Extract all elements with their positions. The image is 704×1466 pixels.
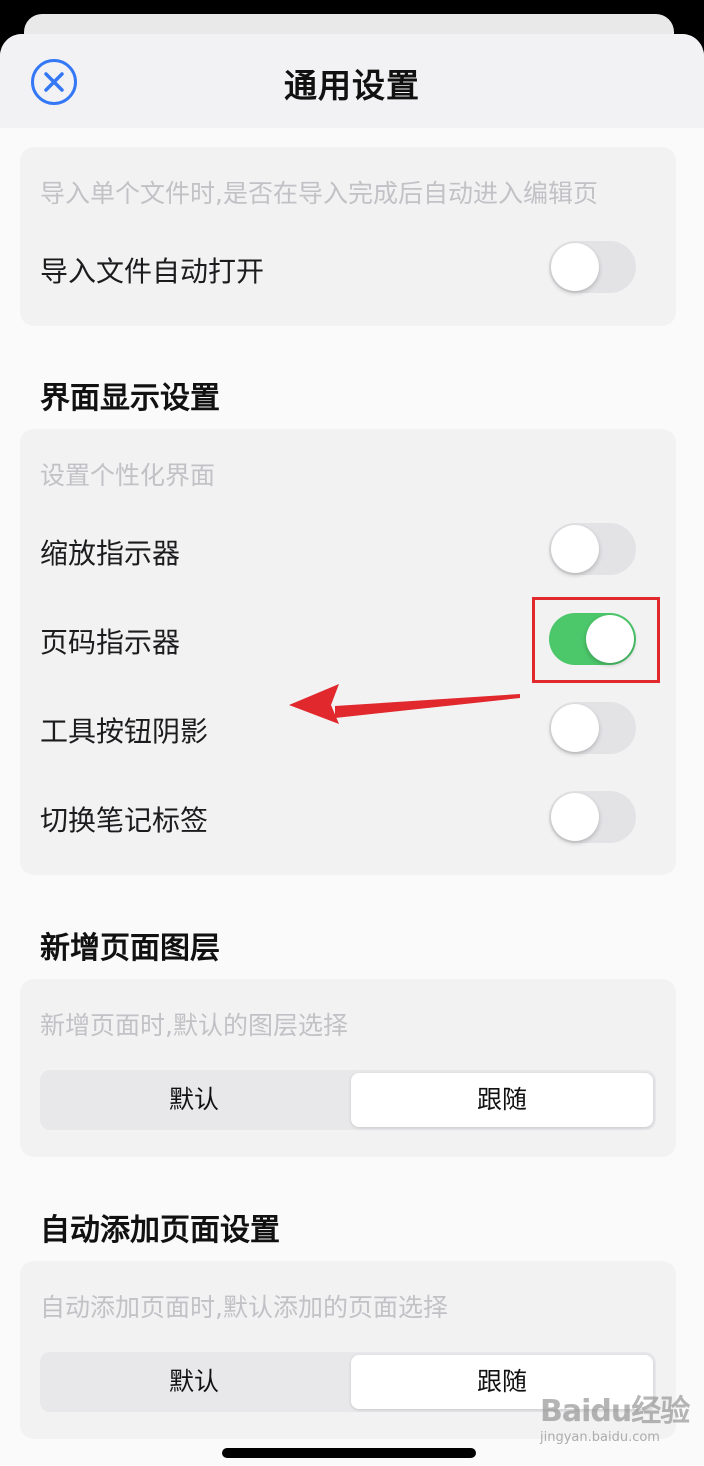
- import-card: 导入单个文件时,是否在导入完成后自动进入编辑页 导入文件自动打开: [20, 147, 676, 326]
- segment-follow[interactable]: 跟随: [351, 1073, 653, 1127]
- new-page-layer-description: 新增页面时,默认的图层选择: [40, 1011, 348, 1040]
- header: 通用设置: [0, 34, 704, 128]
- import-auto-open-label: 导入文件自动打开: [40, 255, 265, 288]
- tool-button-shadow-label: 工具按钮阴影: [40, 715, 209, 748]
- watermark-url: jingyan.baidu.com: [540, 1430, 660, 1445]
- switch-note-tabs-toggle[interactable]: [549, 791, 636, 843]
- baidu-watermark: Baidu经验 jingyan.baidu.com: [540, 1386, 690, 1450]
- red-arrow-icon: [289, 684, 520, 724]
- zoom-indicator-toggle[interactable]: [549, 523, 636, 575]
- home-indicator[interactable]: [222, 1448, 476, 1458]
- toggle-knob: [551, 793, 599, 841]
- auto-add-page-description: 自动添加页面时,默认添加的页面选择: [40, 1293, 448, 1322]
- baidu-logo: Baidu经验: [540, 1394, 690, 1429]
- auto-add-page-title: 自动添加页面设置: [40, 1213, 280, 1248]
- settings-sheet: 通用设置 导入单个文件时,是否在导入完成后自动进入编辑页 导入文件自动打开 界面…: [0, 34, 704, 1466]
- toggle-knob: [551, 704, 599, 752]
- import-description: 导入单个文件时,是否在导入完成后自动进入编辑页: [40, 179, 598, 208]
- page-number-indicator-label: 页码指示器: [40, 626, 181, 659]
- new-page-layer-title: 新增页面图层: [40, 931, 220, 966]
- segment-default[interactable]: 默认: [40, 1352, 348, 1412]
- display-section-title: 界面显示设置: [40, 381, 220, 416]
- switch-note-tabs-label: 切换笔记标签: [40, 804, 209, 837]
- new-page-layer-segmented-control: 默认 跟随: [40, 1070, 656, 1130]
- new-page-layer-card: 新增页面时,默认的图层选择 默认 跟随: [20, 979, 676, 1157]
- highlight-box: [532, 597, 660, 683]
- page-title: 通用设置: [284, 66, 420, 105]
- segment-default[interactable]: 默认: [40, 1070, 348, 1130]
- zoom-indicator-label: 缩放指示器: [40, 537, 181, 570]
- import-auto-open-toggle[interactable]: [549, 241, 636, 293]
- toggle-knob: [551, 243, 599, 291]
- tool-button-shadow-toggle[interactable]: [549, 702, 636, 754]
- settings-content: 导入单个文件时,是否在导入完成后自动进入编辑页 导入文件自动打开 界面显示设置 …: [0, 128, 704, 1466]
- toggle-knob: [551, 525, 599, 573]
- display-description: 设置个性化界面: [40, 461, 216, 490]
